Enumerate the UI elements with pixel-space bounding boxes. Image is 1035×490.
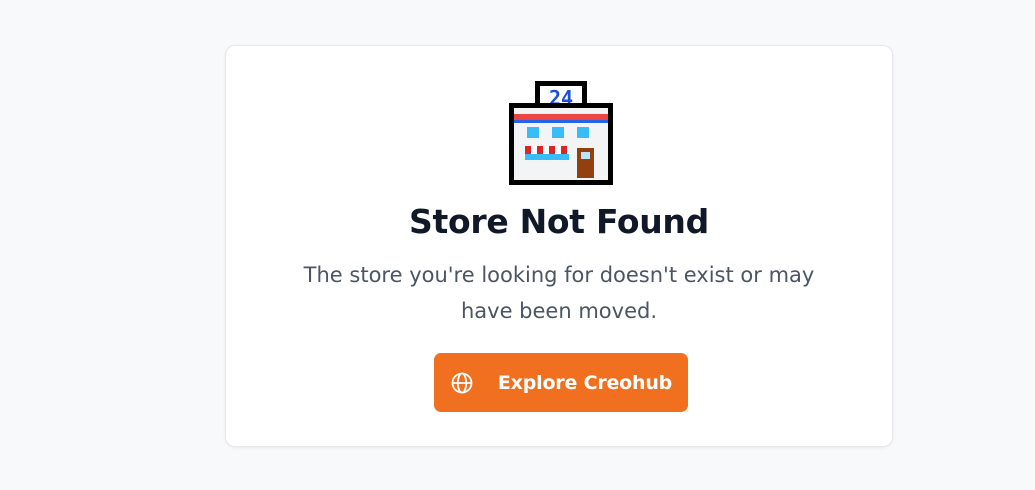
globe-icon bbox=[451, 372, 473, 393]
convenience-store-icon: 24 bbox=[509, 81, 613, 185]
explore-button-label: Explore Creohub bbox=[497, 371, 673, 394]
not-found-message: The store you're looking for doesn't exi… bbox=[303, 263, 815, 323]
not-found-card: 24 Store Not Found The store you're look… bbox=[225, 45, 893, 447]
explore-creohub-button[interactable]: Explore Creohub bbox=[434, 353, 688, 412]
page-title: Store Not Found bbox=[409, 202, 709, 241]
